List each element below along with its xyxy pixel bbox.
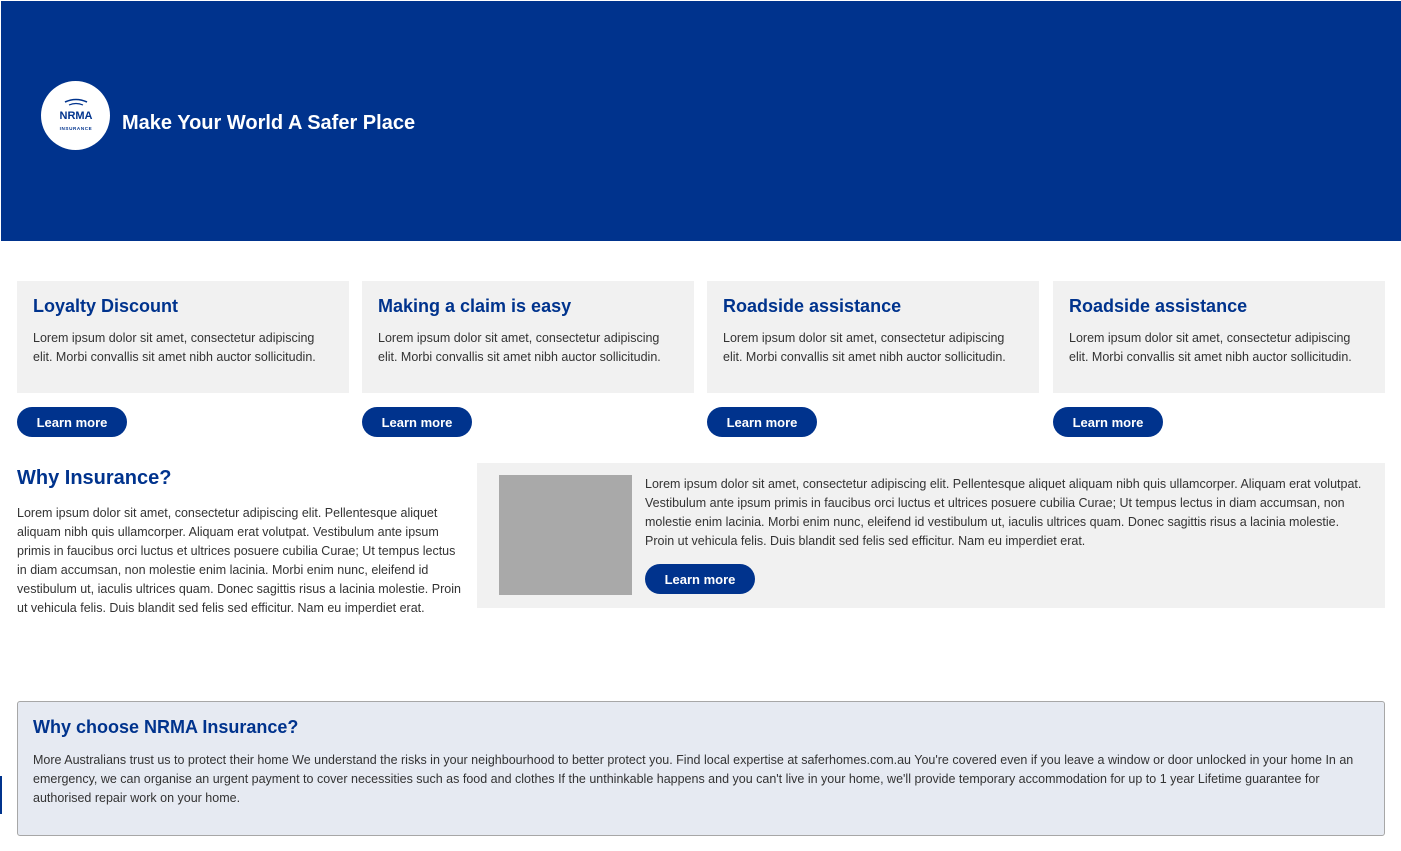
why-insurance-text: Lorem ipsum dolor sit amet, consectetur … bbox=[17, 506, 461, 615]
card-roadside-assistance-2: Roadside assistance Lorem ipsum dolor si… bbox=[1053, 281, 1385, 393]
card-roadside-assistance: Roadside assistance Lorem ipsum dolor si… bbox=[707, 281, 1039, 393]
why-choose-heading: Why choose NRMA Insurance? bbox=[33, 717, 299, 737]
feature-panel: Lorem ipsum dolor sit amet, consectetur … bbox=[477, 463, 1385, 608]
learn-more-button[interactable]: Learn more bbox=[17, 407, 127, 437]
why-choose-panel: Why choose NRMA Insurance? More Australi… bbox=[17, 701, 1385, 836]
card-making-a-claim: Making a claim is easy Lorem ipsum dolor… bbox=[362, 281, 694, 393]
learn-more-button[interactable]: Learn more bbox=[645, 564, 755, 594]
feature-text: Lorem ipsum dolor sit amet, consectetur … bbox=[645, 477, 1362, 548]
why-insurance-heading: Why Insurance? bbox=[17, 467, 172, 489]
card-title: Roadside assistance bbox=[1069, 296, 1248, 316]
card-text: Lorem ipsum dolor sit amet, consectetur … bbox=[378, 331, 661, 364]
card-text: Lorem ipsum dolor sit amet, consectetur … bbox=[723, 331, 1006, 364]
card-loyalty-discount: Loyalty Discount Lorem ipsum dolor sit a… bbox=[17, 281, 349, 393]
learn-more-button[interactable]: Learn more bbox=[362, 407, 472, 437]
card-title: Making a claim is easy bbox=[378, 296, 572, 316]
why-choose-text: More Australians trust us to protect the… bbox=[33, 753, 1354, 805]
logo-subtext: INSURANCE bbox=[59, 126, 92, 131]
hero-banner: NRMA INSURANCE Make Your World A Safer P… bbox=[1, 1, 1401, 241]
card-text: Lorem ipsum dolor sit amet, consectetur … bbox=[33, 331, 316, 364]
nrma-logo[interactable]: NRMA INSURANCE bbox=[41, 81, 110, 150]
card-title: Loyalty Discount bbox=[33, 296, 179, 316]
card-title: Roadside assistance bbox=[723, 296, 902, 316]
learn-more-button[interactable]: Learn more bbox=[707, 407, 817, 437]
hero-title: Make Your World A Safer Place bbox=[122, 112, 416, 134]
logo-wordmark: NRMA bbox=[59, 110, 92, 122]
page-edge-marker bbox=[0, 776, 2, 814]
card-text: Lorem ipsum dolor sit amet, consectetur … bbox=[1069, 331, 1352, 364]
image-placeholder bbox=[499, 475, 632, 595]
nrma-logo-icon: NRMA INSURANCE bbox=[59, 98, 92, 131]
learn-more-button[interactable]: Learn more bbox=[1053, 407, 1163, 437]
